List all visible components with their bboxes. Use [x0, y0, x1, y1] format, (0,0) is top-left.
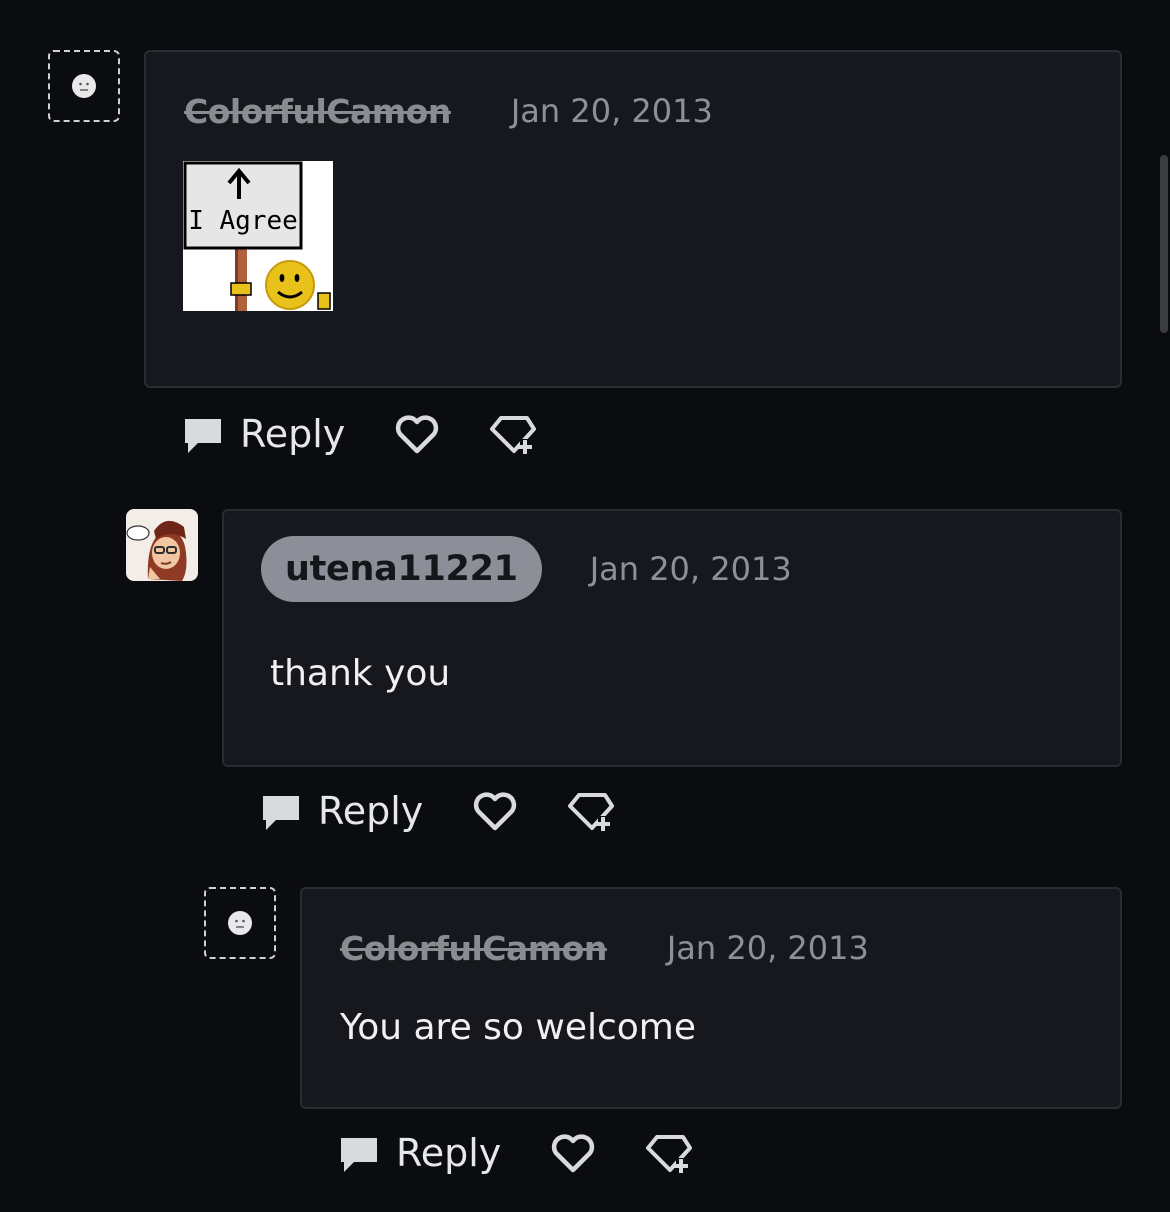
scrollbar-thumb[interactable]	[1160, 155, 1168, 333]
cartoon-avatar-image	[126, 509, 198, 581]
comment-header: ColorfulCamon Jan 20, 2013	[340, 925, 869, 971]
comment-date: Jan 20, 2013	[510, 92, 713, 130]
username[interactable]: ColorfulCamon	[184, 92, 451, 131]
comment-actions: Reply	[338, 1125, 693, 1181]
heart-icon[interactable]	[549, 1129, 597, 1177]
reply-button[interactable]: Reply	[182, 412, 345, 456]
comment-card: ColorfulCamon Jan 20, 2013 I Agree	[144, 50, 1122, 388]
deleted-user-avatar[interactable]	[48, 50, 120, 122]
user-avatar[interactable]	[126, 509, 198, 581]
i-agree-smiley-image: I Agree	[183, 161, 333, 311]
speech-bubble-icon	[341, 1138, 377, 1172]
comment-header: utena11221 Jan 20, 2013	[261, 536, 792, 602]
reply-button[interactable]: Reply	[338, 1131, 501, 1175]
face-icon	[72, 74, 96, 98]
heart-icon[interactable]	[393, 410, 441, 458]
comment-date: Jan 20, 2013	[589, 550, 792, 588]
comment-actions: Reply	[260, 783, 615, 839]
comment-text: thank you	[270, 653, 451, 694]
username-pill[interactable]: utena11221	[261, 536, 542, 602]
comment-date: Jan 20, 2013	[666, 929, 869, 967]
gem-plus-icon[interactable]	[643, 1128, 693, 1178]
reply-label: Reply	[240, 412, 346, 456]
comment-actions: Reply	[182, 406, 537, 462]
comment-card: ColorfulCamon Jan 20, 2013 You are so we…	[300, 887, 1122, 1109]
speech-bubble-icon	[185, 419, 221, 453]
heart-icon[interactable]	[471, 787, 519, 835]
comment-header: ColorfulCamon Jan 20, 2013	[184, 88, 713, 134]
comment-card: utena11221 Jan 20, 2013 thank you	[222, 509, 1122, 767]
gem-plus-icon[interactable]	[487, 409, 537, 459]
comment-text: You are so welcome	[340, 1007, 697, 1048]
deleted-user-avatar[interactable]	[204, 887, 276, 959]
sign-text: I Agree	[188, 206, 298, 236]
face-icon	[228, 911, 252, 935]
reply-label: Reply	[318, 789, 424, 833]
username[interactable]: ColorfulCamon	[340, 929, 607, 968]
reply-label: Reply	[396, 1131, 502, 1175]
gem-plus-icon[interactable]	[565, 786, 615, 836]
speech-bubble-icon	[263, 796, 299, 830]
comment-thread: ColorfulCamon Jan 20, 2013 I Agree Reply…	[0, 0, 1170, 1212]
reply-button[interactable]: Reply	[260, 789, 423, 833]
